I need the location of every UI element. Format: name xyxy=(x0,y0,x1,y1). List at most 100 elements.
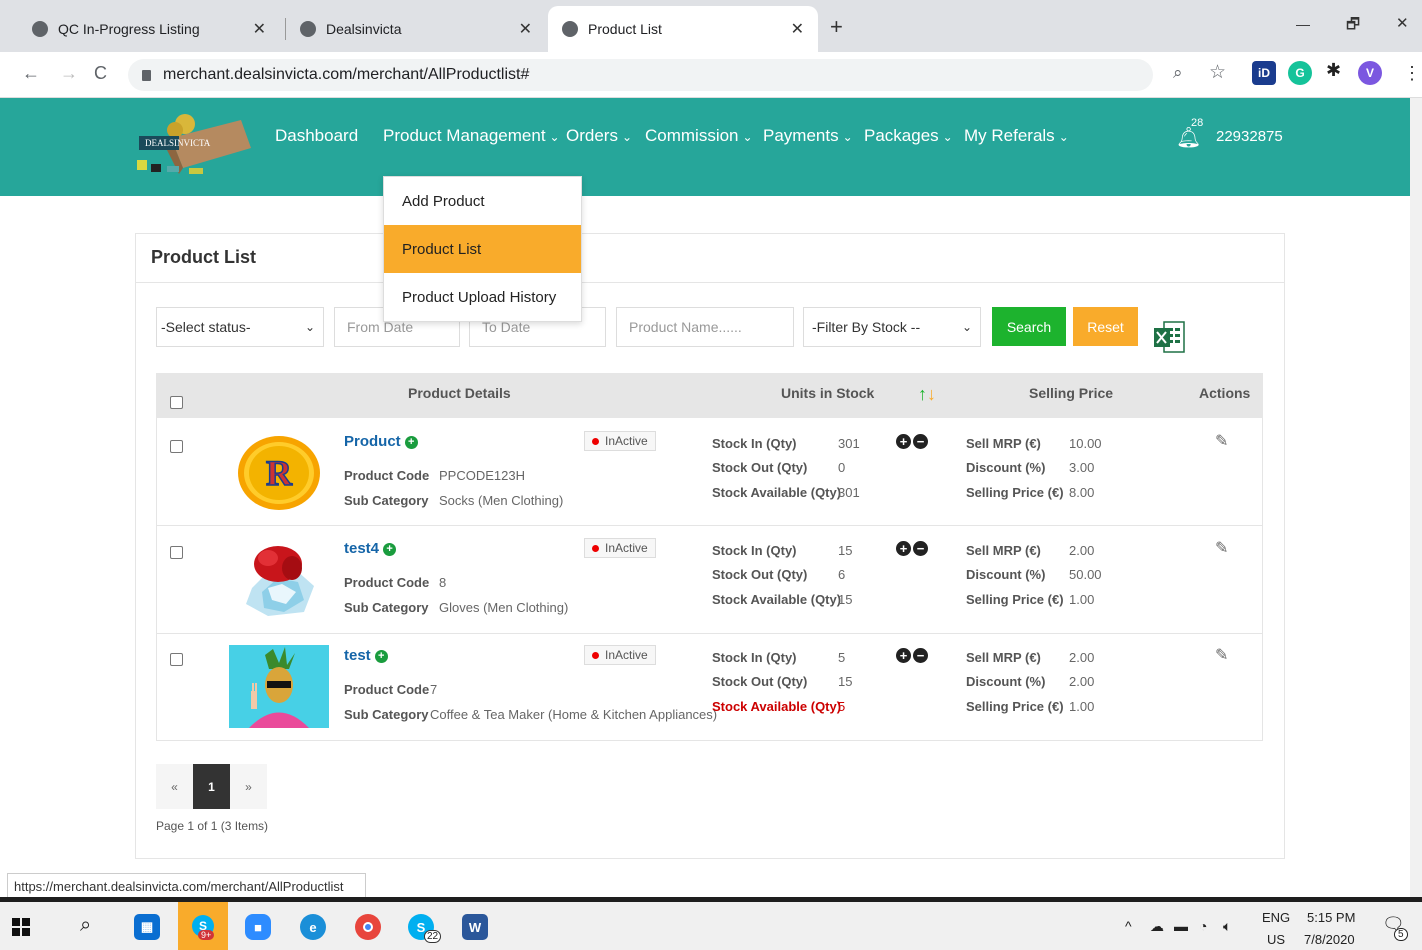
back-icon[interactable]: ← xyxy=(22,63,40,84)
wifi-icon[interactable]: ◔ xyxy=(1199,918,1207,934)
word-app-icon[interactable]: W xyxy=(462,914,488,940)
menu-item-add-product[interactable]: Add Product xyxy=(384,177,581,225)
stock-filter-select[interactable]: -Filter By Stock -- ⌄ xyxy=(803,307,981,347)
clock-time[interactable]: 5:15 PM xyxy=(1307,910,1355,925)
sort-icon[interactable]: ↑↓ xyxy=(918,384,936,405)
language-indicator[interactable]: ENG xyxy=(1262,910,1290,925)
windows-start-icon[interactable] xyxy=(12,918,30,936)
address-bar[interactable]: merchant.dealsinvicta.com/merchant/AllPr… xyxy=(128,59,1153,91)
id-extension-icon[interactable]: iD xyxy=(1252,61,1276,85)
plus-circle-icon[interactable]: + xyxy=(896,541,911,556)
extensions-puzzle-icon[interactable]: ✱ xyxy=(1326,60,1341,81)
status-dot-icon xyxy=(592,437,599,445)
clock-date[interactable]: 7/8/2020 xyxy=(1304,932,1355,947)
product-name-link[interactable]: test4 + xyxy=(344,540,397,557)
edit-pencil-icon[interactable]: ✎ xyxy=(1215,645,1228,665)
forward-icon[interactable]: → xyxy=(60,63,78,84)
status-text: InActive xyxy=(605,541,648,555)
minus-circle-icon[interactable]: − xyxy=(913,434,928,449)
menu-item-product-list[interactable]: Product List xyxy=(384,225,581,273)
tray-chevron-icon[interactable]: ^ xyxy=(1125,918,1132,934)
nav-dashboard[interactable]: Dashboard xyxy=(275,126,358,146)
close-tab-icon[interactable]: ✕ xyxy=(791,19,804,39)
nav-commission[interactable]: Commission ⌄ xyxy=(645,126,753,146)
region-indicator[interactable]: US xyxy=(1267,932,1285,947)
stock-in-value: 301 xyxy=(838,436,860,451)
edit-pencil-icon[interactable]: ✎ xyxy=(1215,538,1228,558)
skype-app-icon-1[interactable]: S xyxy=(178,902,228,950)
product-name-link[interactable]: test + xyxy=(344,647,388,664)
browser-tab-qc-listing[interactable]: QC In-Progress Listing ✕ xyxy=(18,6,280,52)
product-image[interactable] xyxy=(238,538,322,622)
mrp-value: 2.00 xyxy=(1069,650,1095,665)
zoom-icon[interactable]: ⌕ xyxy=(1173,63,1183,83)
nav-orders[interactable]: Orders ⌄ xyxy=(566,126,632,146)
pagination-prev[interactable]: « xyxy=(156,764,193,809)
sub-category-value: Gloves (Men Clothing) xyxy=(439,600,569,615)
calculator-app-icon[interactable]: ▦ xyxy=(134,914,160,940)
product-name: test xyxy=(344,647,371,664)
close-tab-icon[interactable]: ✕ xyxy=(253,19,266,39)
search-icon[interactable]: ⌕ xyxy=(80,914,91,937)
volume-icon[interactable]: 🔈︎ xyxy=(1223,918,1231,935)
stock-out-label: Stock Out (Qty) xyxy=(712,460,808,475)
nav-payments[interactable]: Payments ⌄ xyxy=(763,126,853,146)
plus-circle-icon[interactable]: + xyxy=(896,648,911,663)
edit-pencil-icon[interactable]: ✎ xyxy=(1215,431,1228,451)
status-url-bubble: https://merchant.dealsinvicta.com/mercha… xyxy=(7,873,366,899)
pagination-next[interactable]: » xyxy=(230,764,267,809)
status-select[interactable]: -Select status- ⌄ xyxy=(156,307,324,347)
reset-button[interactable]: Reset xyxy=(1073,307,1138,346)
browser-tab-dealsinvicta[interactable]: Dealsinvicta ✕ xyxy=(286,6,546,52)
plus-circle-icon[interactable]: + xyxy=(374,650,388,663)
row-checkbox[interactable] xyxy=(170,546,183,559)
product-name-link[interactable]: Product + xyxy=(344,433,418,450)
menu-item-product-upload-history[interactable]: Product Upload History xyxy=(384,273,581,321)
nav-my-referals[interactable]: My Referals ⌄ xyxy=(964,126,1069,146)
close-window-button[interactable]: ✕ xyxy=(1396,14,1409,32)
chrome-inner-icon xyxy=(363,922,373,932)
row-checkbox[interactable] xyxy=(170,653,183,666)
chrome-app-icon[interactable] xyxy=(355,914,381,940)
plus-circle-icon[interactable]: + xyxy=(404,436,418,449)
lock-icon xyxy=(142,69,151,81)
profile-avatar[interactable]: V xyxy=(1358,61,1382,85)
onedrive-icon[interactable]: ☁ xyxy=(1150,918,1164,935)
select-all-checkbox[interactable] xyxy=(170,396,183,409)
product-image[interactable] xyxy=(229,645,329,728)
bookmark-star-icon[interactable]: ☆ xyxy=(1209,61,1226,84)
site-logo[interactable]: DEALSINVICTA xyxy=(133,108,251,182)
stock-out-label: Stock Out (Qty) xyxy=(712,674,808,689)
plus-circle-icon[interactable]: + xyxy=(896,434,911,449)
reload-icon[interactable]: C xyxy=(94,63,107,84)
product-image[interactable]: R xyxy=(237,435,321,511)
selling-price-value: 8.00 xyxy=(1069,485,1095,500)
stock-in-label: Stock In (Qty) xyxy=(712,436,797,451)
nav-product-management[interactable]: Product Management ⌄ xyxy=(383,126,560,146)
edge-app-icon[interactable]: e xyxy=(300,914,326,940)
product-code-label: Product Code xyxy=(344,682,430,697)
pagination-page-1[interactable]: 1 xyxy=(193,764,230,809)
row-checkbox[interactable] xyxy=(170,440,183,453)
globe-icon xyxy=(32,21,48,37)
page-scrollbar[interactable] xyxy=(1410,98,1422,898)
maximize-button[interactable]: 🗗 xyxy=(1346,14,1360,39)
user-id[interactable]: 22932875 xyxy=(1216,128,1283,145)
close-tab-icon[interactable]: ✕ xyxy=(519,19,532,39)
grammarly-icon[interactable]: G xyxy=(1288,61,1312,85)
excel-export-icon[interactable] xyxy=(1154,320,1186,354)
zoom-app-icon[interactable]: ■ xyxy=(245,914,271,940)
plus-circle-icon[interactable]: + xyxy=(383,543,397,556)
chrome-menu-icon[interactable]: ⋮ xyxy=(1403,63,1421,84)
mrp-label: Sell MRP (€) xyxy=(966,436,1041,451)
minus-circle-icon[interactable]: − xyxy=(913,541,928,556)
search-button[interactable]: Search xyxy=(992,307,1066,346)
nav-packages[interactable]: Packages ⌄ xyxy=(864,126,953,146)
product-name-input[interactable]: Product Name...... xyxy=(616,307,794,347)
new-tab-button[interactable]: + xyxy=(830,14,843,40)
url-text: merchant.dealsinvicta.com/merchant/AllPr… xyxy=(163,66,530,83)
browser-tab-product-list[interactable]: Product List ✕ xyxy=(548,6,818,52)
minus-circle-icon[interactable]: − xyxy=(913,648,928,663)
battery-icon[interactable]: ▬ xyxy=(1174,918,1188,934)
minimize-button[interactable]: — xyxy=(1296,16,1310,32)
